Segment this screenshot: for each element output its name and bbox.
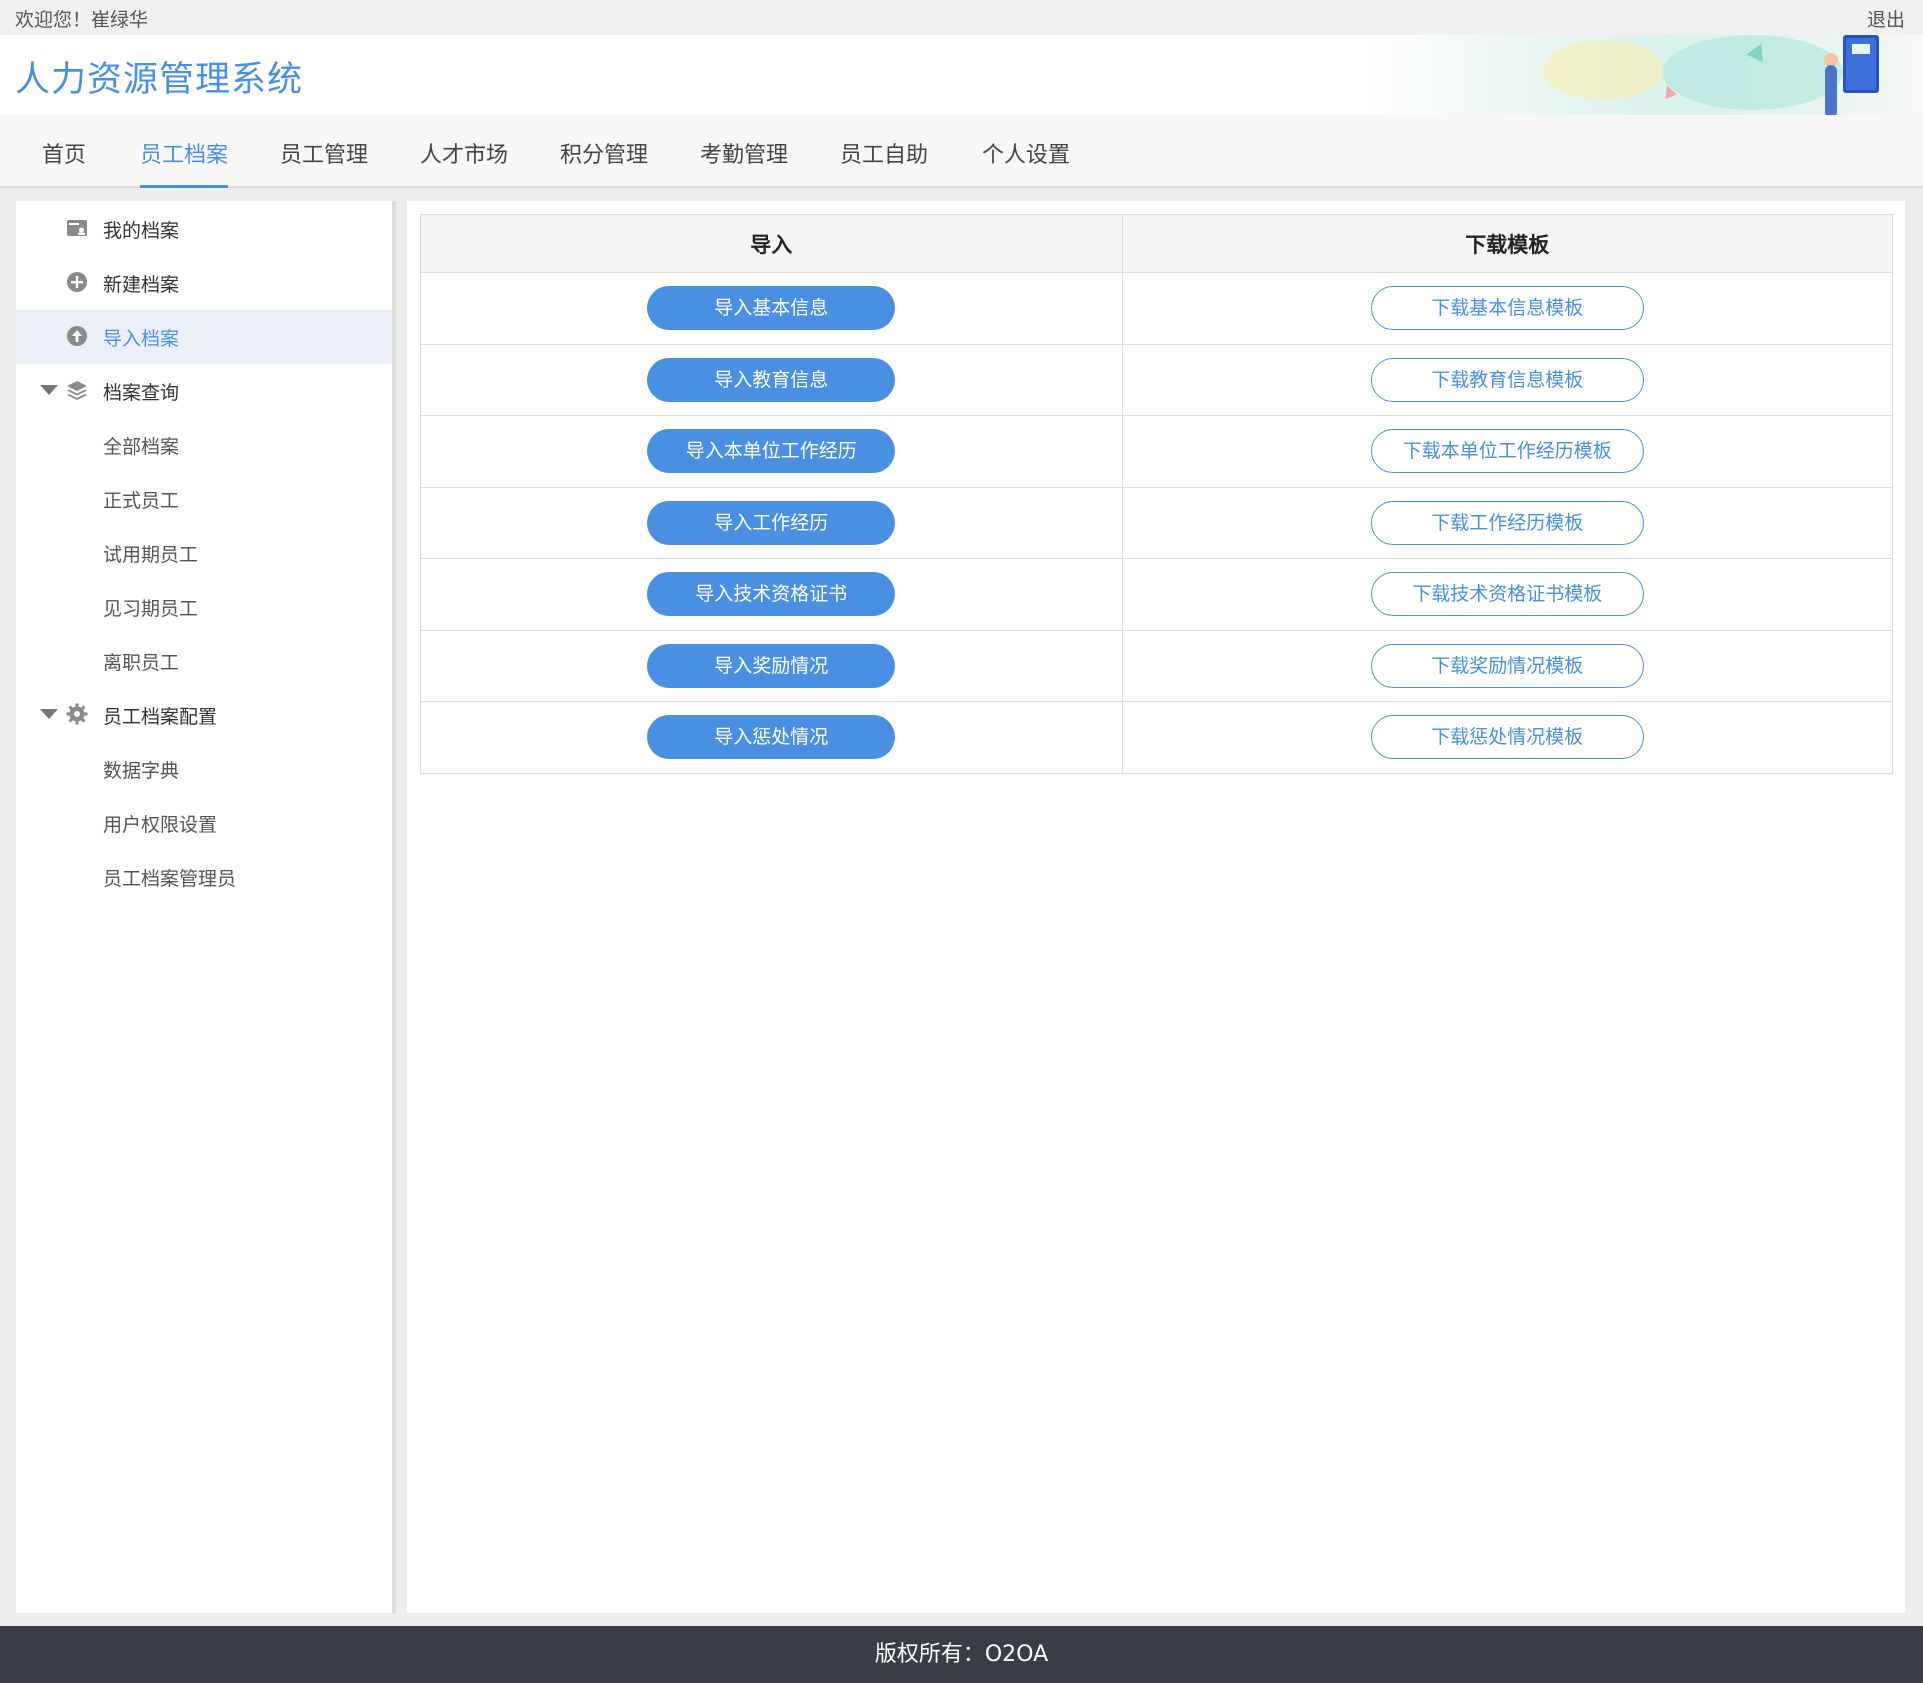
table-row: 导入本单位工作经历 下载本单位工作经历模板 [420,415,1894,488]
import-education-info-button[interactable]: 导入教育信息 [647,357,896,402]
sidebar-item-label: 正式员工 [103,490,180,512]
main-nav: 首页 员工档案 员工管理 人才市场 积分管理 考勤管理 员工自助 个人设置 [0,115,1923,188]
sidebar-group-archive-config[interactable]: 员工档案配置 [16,688,392,742]
nav-tab-personal-settings[interactable]: 个人设置 [982,137,1070,188]
sidebar-item-all-archives[interactable]: 全部档案 [16,418,392,472]
nav-tab-home[interactable]: 首页 [42,137,86,188]
caret-down-icon [40,709,58,719]
column-header-download: 下载模板 [1121,214,1894,273]
download-rewards-template-button[interactable]: 下载奖励情况模板 [1370,643,1644,688]
nav-tab-talent-market[interactable]: 人才市场 [420,137,508,188]
sidebar-item-label: 用户权限设置 [103,814,218,836]
import-work-history-button[interactable]: 导入工作经历 [647,500,896,545]
download-certificates-template-button[interactable]: 下载技术资格证书模板 [1370,572,1644,617]
plus-circle-icon [67,272,87,292]
sidebar-item-resigned-employees[interactable]: 离职员工 [16,634,392,688]
sidebar-item-import-archive[interactable]: 导入档案 [16,310,392,364]
sidebar-item-trainee-employees[interactable]: 见习期员工 [16,580,392,634]
sidebar-group-archive-query[interactable]: 档案查询 [16,364,392,418]
sidebar-item-archive-admins[interactable]: 员工档案管理员 [16,850,392,904]
footer: 版权所有：O2OA [0,1626,1923,1683]
download-basic-info-template-button[interactable]: 下载基本信息模板 [1370,286,1644,331]
sidebar-item-data-dictionary[interactable]: 数据字典 [16,742,392,796]
table-row: 导入基本信息 下载基本信息模板 [420,272,1894,345]
sidebar-item-user-permissions[interactable]: 用户权限设置 [16,796,392,850]
table-row: 导入教育信息 下载教育信息模板 [420,343,1894,416]
sidebar-item-label: 我的档案 [103,220,180,242]
table-header-row: 导入 下载模板 [420,214,1894,273]
copyright-text: 版权所有：O2OA [874,1642,1049,1667]
sidebar-item-label: 新建档案 [103,274,180,296]
welcome-text: 欢迎您！崔绿华 [15,9,149,31]
main-content: 导入 下载模板 导入基本信息 下载基本信息模板 导入教育信息 下载教育信息模板 … [407,201,1905,1613]
download-education-info-template-button[interactable]: 下载教育信息模板 [1370,357,1644,402]
sidebar: 我的档案 新建档案 导入档案 档案查询 全部档案 正式员工 试用期员工 见习期员… [16,201,392,1613]
nav-tab-self-service[interactable]: 员工自助 [840,137,928,188]
layers-icon [67,381,87,400]
app-title: 人力资源管理系统 [15,60,304,100]
import-certificates-button[interactable]: 导入技术资格证书 [647,572,896,617]
sidebar-item-label: 数据字典 [103,760,180,782]
archive-card-icon [67,220,87,236]
sidebar-item-probation-employees[interactable]: 试用期员工 [16,526,392,580]
sidebar-group-label: 员工档案配置 [103,706,218,728]
import-rewards-button[interactable]: 导入奖励情况 [647,643,896,688]
table-row: 导入惩处情况 下载惩处情况模板 [420,701,1894,774]
sidebar-divider [392,201,396,1613]
caret-down-icon [40,385,58,395]
nav-tab-employee-management[interactable]: 员工管理 [280,137,368,188]
sidebar-item-label: 员工档案管理员 [103,868,237,890]
nav-tab-attendance[interactable]: 考勤管理 [700,137,788,188]
table-row: 导入工作经历 下载工作经历模板 [420,486,1894,559]
column-header-import: 导入 [420,214,1123,273]
sidebar-item-my-archive[interactable]: 我的档案 [16,202,392,256]
app-header: 人力资源管理系统 [0,35,1923,115]
import-basic-info-button[interactable]: 导入基本信息 [647,286,896,331]
upload-circle-icon [67,326,87,346]
import-penalties-button[interactable]: 导入惩处情况 [647,715,896,760]
import-table: 导入 下载模板 导入基本信息 下载基本信息模板 导入教育信息 下载教育信息模板 … [420,214,1894,774]
sidebar-item-new-archive[interactable]: 新建档案 [16,256,392,310]
download-work-history-template-button[interactable]: 下载工作经历模板 [1370,500,1644,545]
header-banner-illustration [1363,35,1923,115]
table-row: 导入奖励情况 下载奖励情况模板 [420,629,1894,702]
table-row: 导入技术资格证书 下载技术资格证书模板 [420,558,1894,631]
sidebar-item-label: 见习期员工 [103,598,199,620]
sidebar-item-regular-employees[interactable]: 正式员工 [16,472,392,526]
nav-tab-employee-archive[interactable]: 员工档案 [140,137,229,188]
download-penalties-template-button[interactable]: 下载惩处情况模板 [1370,715,1644,760]
sidebar-item-label: 离职员工 [103,652,180,674]
sidebar-item-label: 导入档案 [103,328,180,350]
gear-icon [66,703,88,725]
sidebar-group-label: 档案查询 [103,382,180,404]
sidebar-item-label: 全部档案 [103,436,180,458]
sidebar-item-label: 试用期员工 [103,544,199,566]
nav-tab-points-management[interactable]: 积分管理 [560,137,648,188]
top-bar: 欢迎您！崔绿华 退出 [0,0,1923,35]
import-internal-work-history-button[interactable]: 导入本单位工作经历 [647,429,896,474]
download-internal-work-history-template-button[interactable]: 下载本单位工作经历模板 [1370,429,1644,474]
logout-link[interactable]: 退出 [1867,5,1905,32]
